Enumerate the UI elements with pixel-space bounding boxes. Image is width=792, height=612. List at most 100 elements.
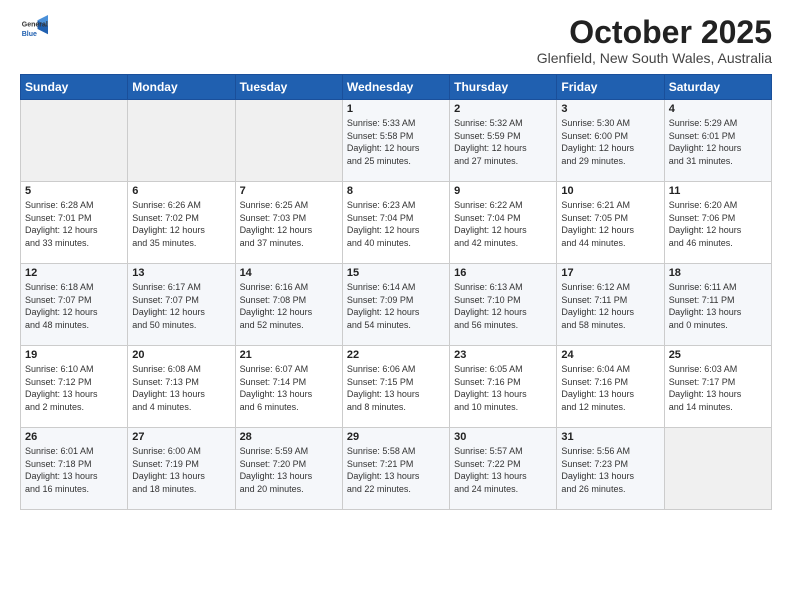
month-title: October 2025	[537, 15, 772, 50]
day-number: 7	[240, 185, 338, 197]
calendar-cell	[128, 100, 235, 182]
day-number: 9	[454, 185, 552, 197]
calendar-cell: 23Sunrise: 6:05 AMSunset: 7:16 PMDayligh…	[450, 346, 557, 428]
calendar-cell	[21, 100, 128, 182]
day-info: Sunrise: 6:03 AMSunset: 7:17 PMDaylight:…	[669, 363, 767, 413]
day-info: Sunrise: 6:25 AMSunset: 7:03 PMDaylight:…	[240, 199, 338, 249]
day-info: Sunrise: 6:00 AMSunset: 7:19 PMDaylight:…	[132, 445, 230, 495]
calendar-cell: 14 Sunrise: 6:16 AMSunset: 7:08 PMDayligh…	[235, 264, 342, 346]
calendar-cell: 17 Sunrise: 6:12 AMSunset: 7:11 PMDayligh…	[557, 264, 664, 346]
calendar-cell: 20 Sunrise: 6:08 AMSunset: 7:13 PMDayligh…	[128, 346, 235, 428]
day-info: Sunrise: 6:26 AMSunset: 7:02 PMDaylight:…	[132, 199, 230, 249]
calendar-cell: 13 Sunrise: 6:17 AMSunset: 7:07 PMDayligh…	[128, 264, 235, 346]
day-number: 5	[25, 185, 123, 197]
day-number: 12	[25, 267, 123, 279]
day-number: 4	[669, 103, 767, 115]
day-info: Sunrise: 6:08 AMSunset: 7:13 PMDaylight:…	[132, 363, 230, 413]
day-number: 28	[240, 431, 338, 443]
day-info: Sunrise: 5:30 AMSunset: 6:00 PMDaylight:…	[561, 117, 659, 167]
day-info: Sunrise: 6:07 AMSunset: 7:14 PMDaylight:…	[240, 363, 338, 413]
calendar-cell: 22 Sunrise: 6:06 AMSunset: 7:15 PMDayligh…	[342, 346, 449, 428]
title-block: October 2025 Glenfield, New South Wales,…	[537, 15, 772, 66]
calendar-cell: 25 Sunrise: 6:03 AMSunset: 7:17 PMDayligh…	[664, 346, 771, 428]
calendar-cell: 6 Sunrise: 6:26 AMSunset: 7:02 PMDaylight…	[128, 182, 235, 264]
day-info: Sunrise: 6:10 AMSunset: 7:12 PMDaylight:…	[25, 363, 123, 413]
calendar-header-row: SundayMondayTuesdayWednesdayThursdayFrid…	[21, 75, 772, 100]
day-info: Sunrise: 6:12 AMSunset: 7:11 PMDaylight:…	[561, 281, 659, 331]
col-header-thursday: Thursday	[450, 75, 557, 100]
day-number: 31	[561, 431, 659, 443]
calendar-cell: 4 Sunrise: 5:29 AMSunset: 6:01 PMDaylight…	[664, 100, 771, 182]
day-number: 16	[454, 267, 552, 279]
calendar-cell: 27 Sunrise: 6:00 AMSunset: 7:19 PMDayligh…	[128, 428, 235, 510]
day-info: Sunrise: 6:14 AMSunset: 7:09 PMDaylight:…	[347, 281, 445, 331]
day-number: 13	[132, 267, 230, 279]
calendar-week-4: 19 Sunrise: 6:10 AMSunset: 7:12 PMDayligh…	[21, 346, 772, 428]
calendar-cell: 24 Sunrise: 6:04 AMSunset: 7:16 PMDayligh…	[557, 346, 664, 428]
col-header-sunday: Sunday	[21, 75, 128, 100]
calendar-cell: 30 Sunrise: 5:57 AMSunset: 7:22 PMDayligh…	[450, 428, 557, 510]
calendar-cell: 19 Sunrise: 6:10 AMSunset: 7:12 PMDayligh…	[21, 346, 128, 428]
calendar: SundayMondayTuesdayWednesdayThursdayFrid…	[20, 74, 772, 510]
col-header-monday: Monday	[128, 75, 235, 100]
day-number: 10	[561, 185, 659, 197]
calendar-cell: 26 Sunrise: 6:01 AMSunset: 7:18 PMDayligh…	[21, 428, 128, 510]
day-number: 19	[25, 349, 123, 361]
day-number: 18	[669, 267, 767, 279]
col-header-wednesday: Wednesday	[342, 75, 449, 100]
svg-text:General: General	[22, 21, 48, 28]
day-number: 20	[132, 349, 230, 361]
day-number: 17	[561, 267, 659, 279]
day-info: Sunrise: 6:06 AMSunset: 7:15 PMDaylight:…	[347, 363, 445, 413]
day-number: 8	[347, 185, 445, 197]
calendar-week-1: 1Sunrise: 5:33 AMSunset: 5:58 PMDaylight…	[21, 100, 772, 182]
day-number: 26	[25, 431, 123, 443]
day-info: Sunrise: 6:20 AMSunset: 7:06 PMDaylight:…	[669, 199, 767, 249]
calendar-cell	[664, 428, 771, 510]
calendar-cell: 8Sunrise: 6:23 AMSunset: 7:04 PMDaylight…	[342, 182, 449, 264]
day-number: 11	[669, 185, 767, 197]
col-header-tuesday: Tuesday	[235, 75, 342, 100]
day-number: 22	[347, 349, 445, 361]
day-number: 25	[669, 349, 767, 361]
calendar-cell: 2Sunrise: 5:32 AMSunset: 5:59 PMDaylight…	[450, 100, 557, 182]
calendar-cell: 31Sunrise: 5:56 AMSunset: 7:23 PMDayligh…	[557, 428, 664, 510]
header: General Blue October 2025 Glenfield, New…	[20, 15, 772, 66]
logo: General Blue	[20, 15, 48, 43]
day-number: 30	[454, 431, 552, 443]
calendar-cell: 3Sunrise: 5:30 AMSunset: 6:00 PMDaylight…	[557, 100, 664, 182]
day-info: Sunrise: 5:57 AMSunset: 7:22 PMDaylight:…	[454, 445, 552, 495]
day-info: Sunrise: 6:21 AMSunset: 7:05 PMDaylight:…	[561, 199, 659, 249]
calendar-cell: 21Sunrise: 6:07 AMSunset: 7:14 PMDayligh…	[235, 346, 342, 428]
col-header-saturday: Saturday	[664, 75, 771, 100]
calendar-cell: 16Sunrise: 6:13 AMSunset: 7:10 PMDayligh…	[450, 264, 557, 346]
calendar-cell: 11 Sunrise: 6:20 AMSunset: 7:06 PMDayligh…	[664, 182, 771, 264]
logo-icon: General Blue	[20, 15, 48, 43]
calendar-cell: 28Sunrise: 5:59 AMSunset: 7:20 PMDayligh…	[235, 428, 342, 510]
day-info: Sunrise: 6:05 AMSunset: 7:16 PMDaylight:…	[454, 363, 552, 413]
day-info: Sunrise: 6:01 AMSunset: 7:18 PMDaylight:…	[25, 445, 123, 495]
calendar-cell: 1Sunrise: 5:33 AMSunset: 5:58 PMDaylight…	[342, 100, 449, 182]
col-header-friday: Friday	[557, 75, 664, 100]
day-info: Sunrise: 5:32 AMSunset: 5:59 PMDaylight:…	[454, 117, 552, 167]
day-number: 14	[240, 267, 338, 279]
calendar-cell: 12 Sunrise: 6:18 AMSunset: 7:07 PMDayligh…	[21, 264, 128, 346]
day-number: 27	[132, 431, 230, 443]
day-info: Sunrise: 6:28 AMSunset: 7:01 PMDaylight:…	[25, 199, 123, 249]
day-info: Sunrise: 6:11 AMSunset: 7:11 PMDaylight:…	[669, 281, 767, 331]
calendar-cell: 5 Sunrise: 6:28 AMSunset: 7:01 PMDaylight…	[21, 182, 128, 264]
day-number: 6	[132, 185, 230, 197]
day-info: Sunrise: 6:04 AMSunset: 7:16 PMDaylight:…	[561, 363, 659, 413]
calendar-week-5: 26 Sunrise: 6:01 AMSunset: 7:18 PMDayligh…	[21, 428, 772, 510]
day-info: Sunrise: 5:29 AMSunset: 6:01 PMDaylight:…	[669, 117, 767, 167]
calendar-week-3: 12 Sunrise: 6:18 AMSunset: 7:07 PMDayligh…	[21, 264, 772, 346]
day-info: Sunrise: 5:58 AMSunset: 7:21 PMDaylight:…	[347, 445, 445, 495]
day-info: Sunrise: 6:17 AMSunset: 7:07 PMDaylight:…	[132, 281, 230, 331]
calendar-cell: 15Sunrise: 6:14 AMSunset: 7:09 PMDayligh…	[342, 264, 449, 346]
day-info: Sunrise: 6:16 AMSunset: 7:08 PMDaylight:…	[240, 281, 338, 331]
calendar-cell: 9Sunrise: 6:22 AMSunset: 7:04 PMDaylight…	[450, 182, 557, 264]
day-number: 24	[561, 349, 659, 361]
calendar-cell: 29Sunrise: 5:58 AMSunset: 7:21 PMDayligh…	[342, 428, 449, 510]
day-info: Sunrise: 6:18 AMSunset: 7:07 PMDaylight:…	[25, 281, 123, 331]
calendar-cell	[235, 100, 342, 182]
